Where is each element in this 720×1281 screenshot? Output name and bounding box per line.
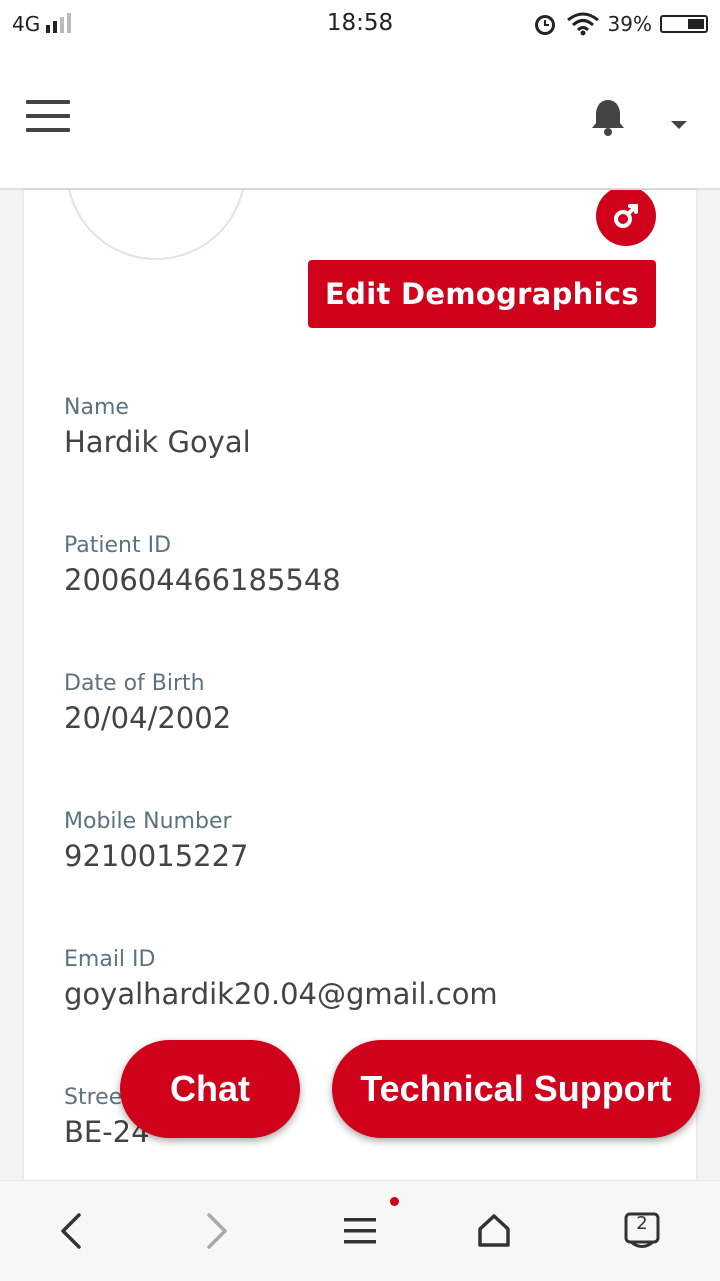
notification-dot [390,1197,399,1206]
edit-demographics-button[interactable]: Edit Demographics [308,260,656,328]
field-mobile-number: Mobile Number 9210015227 [64,808,249,874]
hamburger-icon[interactable] [26,100,70,132]
bell-icon[interactable] [590,97,626,137]
field-value: 9210015227 [64,839,249,873]
avatar [66,190,246,260]
wifi-icon [566,12,599,36]
field-date-of-birth: Date of Birth 20/04/2002 [64,670,231,736]
field-value: goyalhardik20.04@gmail.com [64,977,498,1011]
field-label: Name [64,395,129,420]
field-value: 20/04/2002 [64,701,232,735]
caret-down-icon[interactable] [671,121,687,129]
field-value: 200604466185548 [64,563,341,597]
field-patient-id: Patient ID 200604466185548 [64,532,341,598]
tabs-count: 2 [636,1213,648,1234]
battery-percent: 39% [607,12,652,36]
menu-icon[interactable] [334,1205,386,1257]
male-icon [596,190,656,246]
alarm-icon [534,15,555,35]
tabs-icon[interactable]: 2 [616,1205,668,1257]
field-email: Email ID goyalhardik20.04@gmail.com [64,946,498,1012]
back-icon[interactable] [46,1205,98,1257]
field-value: Hardik Goyal [64,425,251,459]
technical-support-button[interactable]: Technical Support [332,1040,700,1138]
battery-icon [660,15,708,33]
chat-button[interactable]: Chat [120,1040,300,1138]
field-label: Date of Birth [64,671,205,696]
app-header [0,50,720,190]
field-label: Mobile Number [64,809,232,834]
field-label: Email ID [64,947,156,972]
status-bar: 4G 18:58 39% [0,0,720,50]
forward-icon[interactable] [190,1205,242,1257]
field-label: Patient ID [64,533,172,558]
status-right: 39% [532,11,708,37]
browser-bottom-bar: 2 [0,1180,720,1281]
field-name: Name Hardik Goyal [64,394,251,460]
home-icon[interactable] [468,1205,520,1257]
profile-card: Edit Demographics Name Hardik Goyal Pati… [24,190,696,1180]
